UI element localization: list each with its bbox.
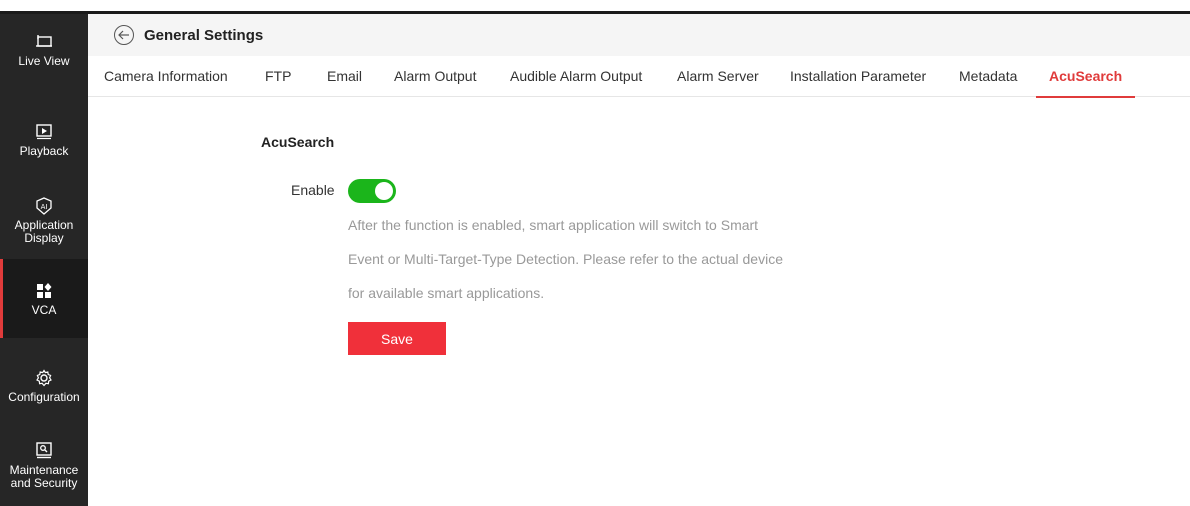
toggle-knob [375, 182, 393, 200]
arrow-left-icon [118, 30, 129, 40]
description-line: for available smart applications. [348, 285, 545, 301]
sidebar-item-label: Playback [19, 144, 69, 158]
save-button[interactable]: Save [348, 322, 446, 355]
sidebar: Live View Playback AI Application Displa… [0, 14, 88, 506]
tab-alarm-server[interactable]: Alarm Server [677, 56, 759, 97]
sidebar-item-vca[interactable]: VCA [0, 259, 88, 338]
page-header: General Settings [88, 14, 1190, 56]
grid-icon [34, 281, 54, 301]
tab-camera-information[interactable]: Camera Information [104, 56, 228, 97]
tab-email[interactable]: Email [327, 56, 362, 97]
enable-toggle[interactable] [348, 179, 396, 203]
tab-installation-parameter[interactable]: Installation Parameter [790, 56, 926, 97]
gear-icon [34, 368, 54, 388]
sidebar-item-maintenance-security[interactable]: Maintenance and Security [0, 432, 88, 498]
sidebar-item-label: Live View [18, 54, 70, 68]
page-title: General Settings [144, 26, 264, 44]
sidebar-item-label: Application Display [14, 217, 74, 245]
description-line: Event or Multi-Target-Type Detection. Pl… [348, 251, 783, 267]
tab-ftp[interactable]: FTP [265, 56, 291, 97]
sidebar-item-live-view[interactable]: Live View [0, 22, 88, 78]
ai-icon: AI [34, 196, 54, 216]
enable-label: Enable [291, 182, 335, 198]
svg-text:AI: AI [41, 203, 48, 211]
section-title: AcuSearch [261, 134, 335, 150]
top-margin [0, 0, 1190, 11]
maintenance-icon [34, 441, 54, 461]
tab-bar: Camera Information FTP Email Alarm Outpu… [88, 56, 1190, 98]
sidebar-item-application-display[interactable]: AI Application Display [0, 188, 88, 252]
sidebar-item-playback[interactable]: Playback [0, 114, 88, 166]
play-icon [34, 122, 54, 142]
back-button[interactable] [114, 25, 134, 45]
description-line: After the function is enabled, smart app… [348, 217, 759, 233]
monitor-icon [34, 32, 54, 52]
tab-acusearch[interactable]: AcuSearch [1035, 56, 1136, 98]
tab-audible-alarm-output[interactable]: Audible Alarm Output [510, 56, 642, 97]
tab-alarm-output[interactable]: Alarm Output [394, 56, 476, 97]
sidebar-item-label: Maintenance and Security [9, 462, 79, 490]
sidebar-item-label: VCA [31, 302, 57, 317]
sidebar-item-label: Configuration [8, 390, 80, 404]
tab-metadata[interactable]: Metadata [959, 56, 1017, 97]
sidebar-item-configuration[interactable]: Configuration [0, 358, 88, 414]
